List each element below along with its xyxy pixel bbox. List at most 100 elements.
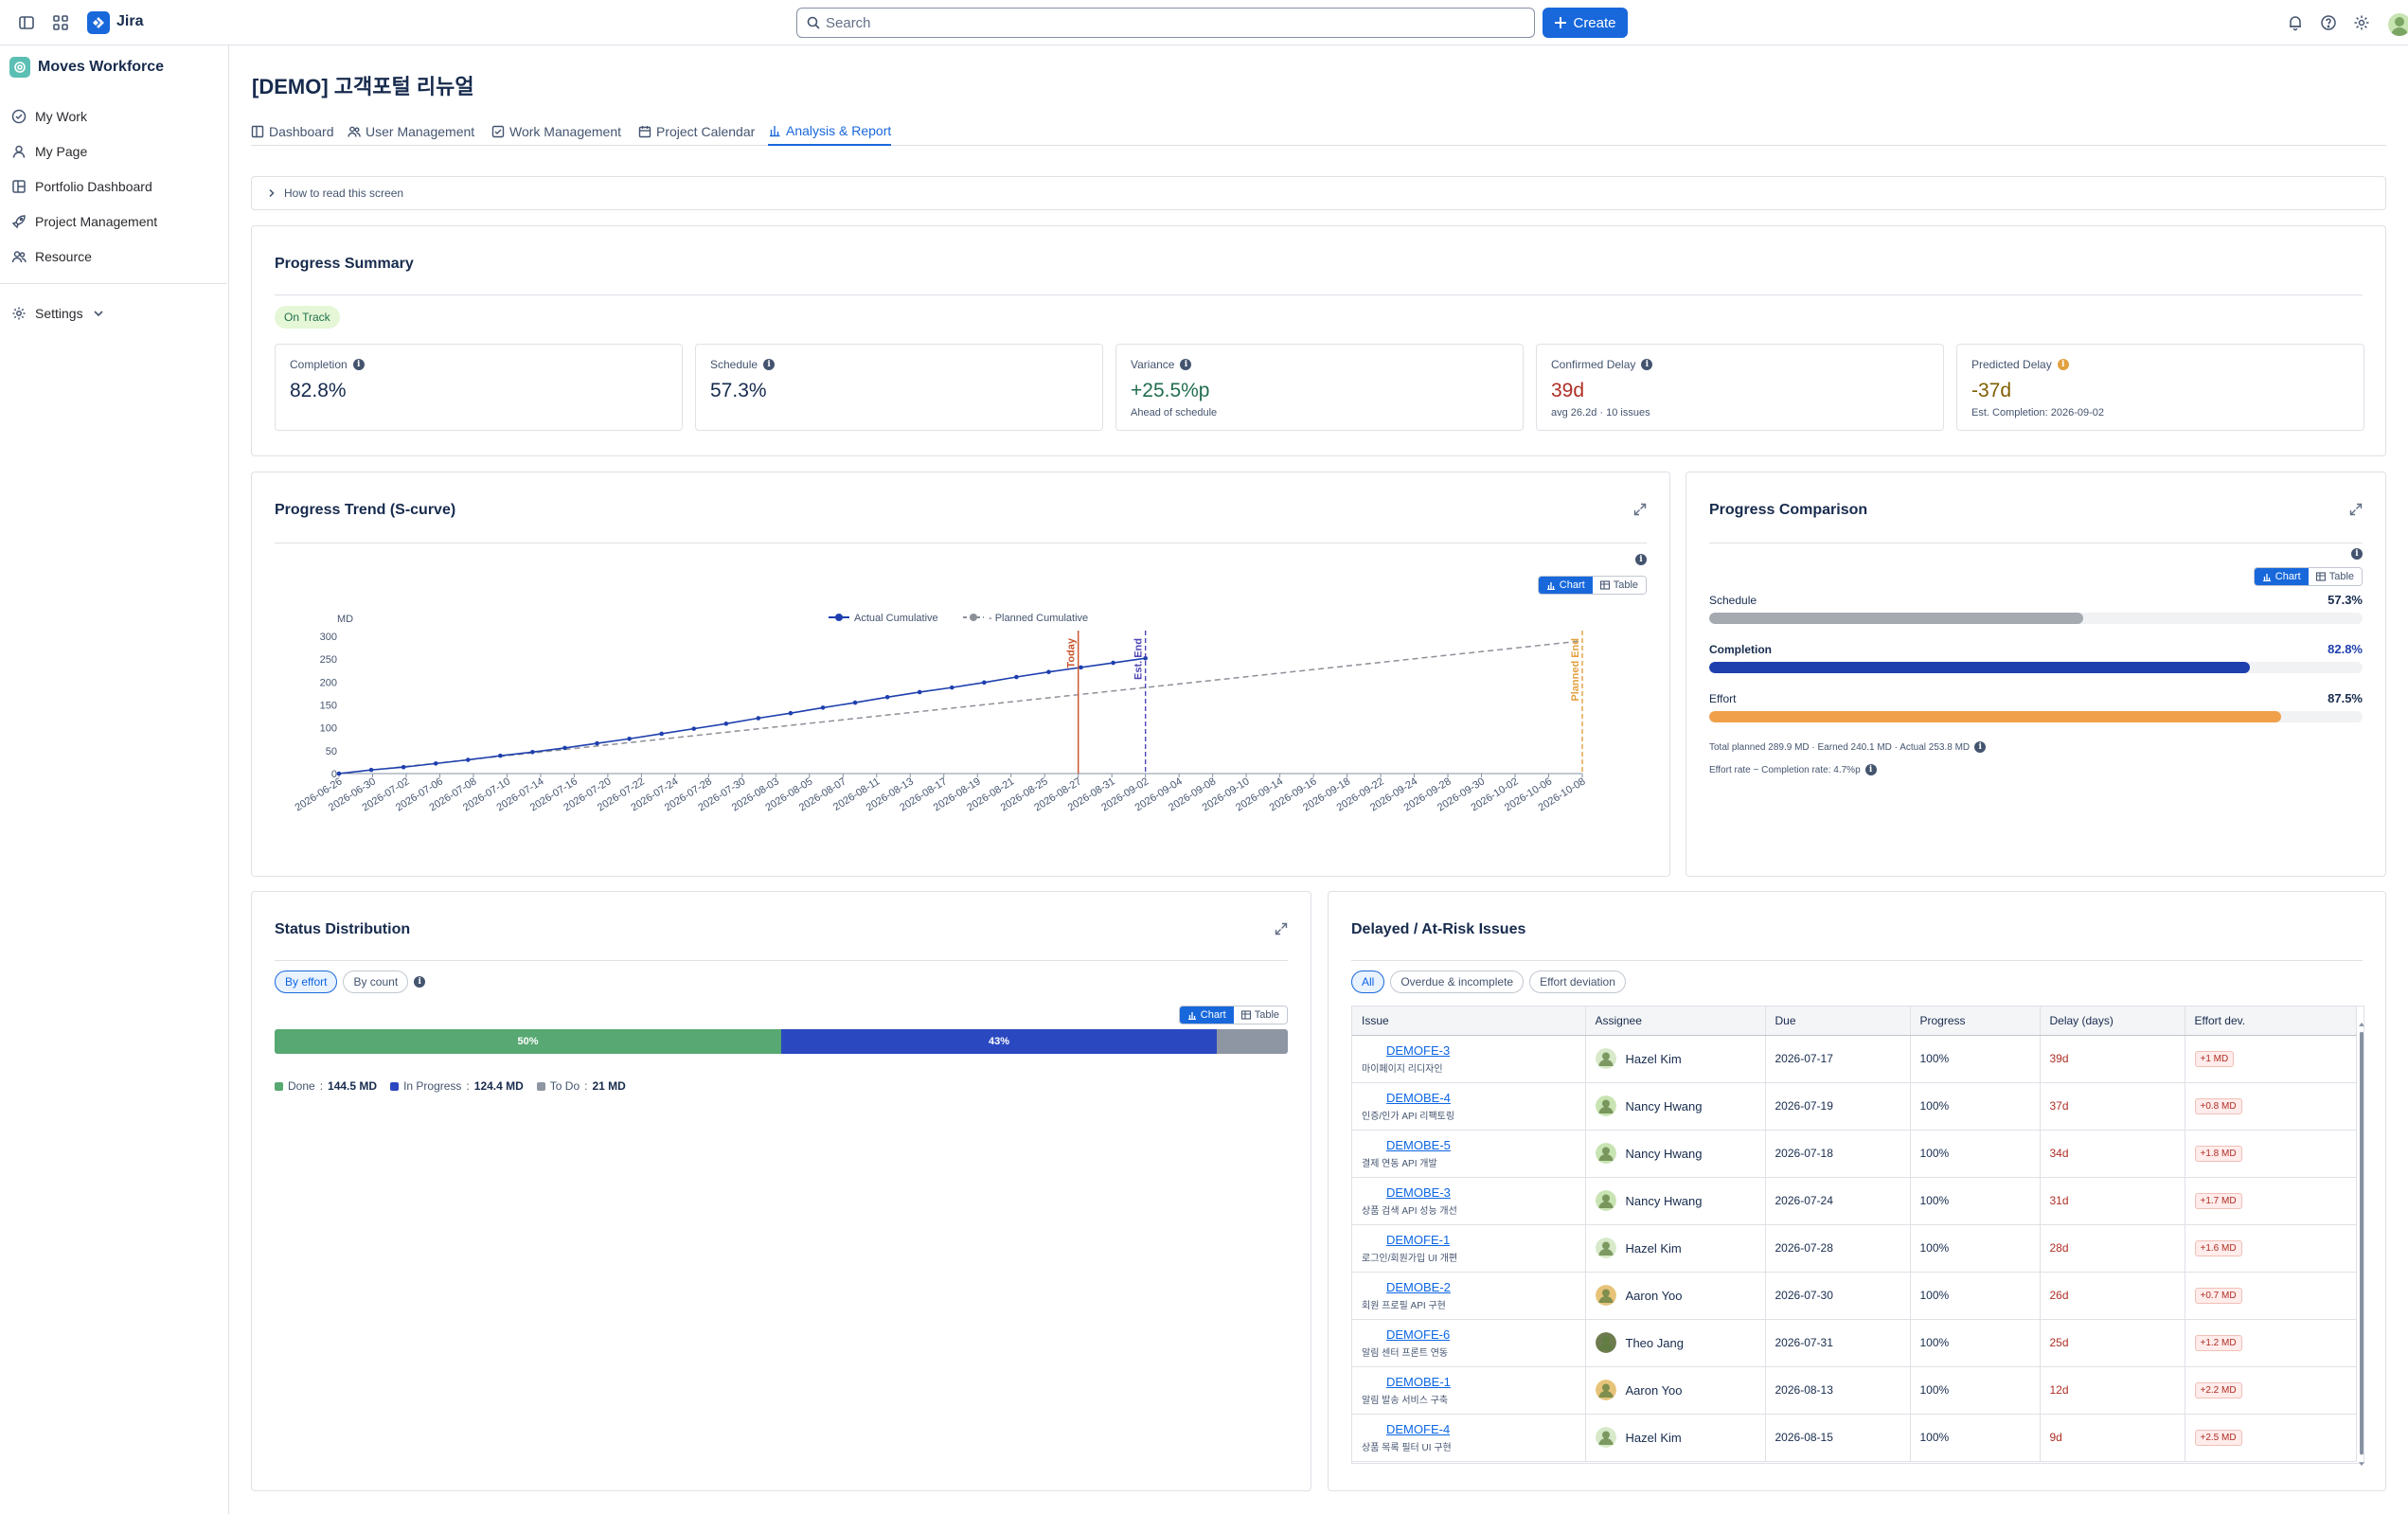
tab-user-management[interactable]: User Management bbox=[348, 117, 474, 146]
table-row[interactable]: DEMOBE-1 알림 발송 서비스 구축 Aaron Yoo 2026-08-13 1… bbox=[1352, 1366, 2357, 1415]
info-icon[interactable]: i bbox=[352, 359, 365, 370]
assignee-avatar-icon bbox=[1595, 1332, 1616, 1353]
chart-view-label: Chart bbox=[2274, 571, 2301, 582]
search-box[interactable] bbox=[796, 8, 1535, 38]
tab-analysis-report[interactable]: Analysis & Report bbox=[768, 117, 892, 146]
actual-data-point bbox=[982, 680, 987, 686]
sidebar-item-settings[interactable]: Settings bbox=[11, 302, 105, 325]
chart-table-toggle: Chart Table bbox=[1178, 1006, 1288, 1024]
jira-logo-icon[interactable] bbox=[87, 11, 110, 34]
column-header[interactable]: Delay (days) bbox=[2040, 1006, 2185, 1036]
assignee-name: Hazel Kim bbox=[1625, 1240, 1682, 1256]
tab-work-management[interactable]: Work Management bbox=[491, 117, 621, 146]
effort-dev-cell: +1.6 MD bbox=[2185, 1224, 2357, 1273]
issue-key-link[interactable]: DEMOFE-4 bbox=[1362, 1422, 1585, 1436]
tab-dashboard[interactable]: Dashboard bbox=[251, 117, 334, 146]
filter-effort-deviation[interactable]: Effort deviation bbox=[1529, 971, 1626, 993]
table-view-button[interactable]: Table bbox=[1233, 1006, 1287, 1024]
info-icon[interactable]: i bbox=[1864, 764, 1877, 775]
comparison-value-completion: 82.8% bbox=[2328, 642, 2363, 656]
table-row[interactable]: DEMOBE-4 인증/인가 API 리팩토링 Nancy Hwang 2026-07… bbox=[1352, 1082, 2357, 1131]
status-stacked-bar: 50% 43% bbox=[275, 1029, 1288, 1054]
table-scrollbar[interactable] bbox=[2358, 1021, 2365, 1469]
app-name[interactable]: Jira bbox=[116, 13, 143, 30]
filter-by-count[interactable]: By count bbox=[343, 971, 409, 993]
create-button[interactable]: Create bbox=[1543, 8, 1628, 38]
table-row[interactable]: DEMOBE-5 결제 연동 API 개발 Nancy Hwang 2026-07-1… bbox=[1352, 1130, 2357, 1178]
info-icon[interactable]: i bbox=[1641, 359, 1653, 370]
issue-key-link[interactable]: DEMOFE-6 bbox=[1362, 1327, 1585, 1342]
sidebar-item-my-work[interactable]: My Work bbox=[11, 105, 87, 128]
bar-fill bbox=[1709, 711, 2281, 722]
bar-fill bbox=[1709, 662, 2251, 673]
y-tick-label: 250 bbox=[320, 654, 337, 666]
column-header[interactable]: Due bbox=[1765, 1006, 1911, 1036]
info-icon[interactable]: i bbox=[1974, 741, 1987, 753]
planned-cumulative-line bbox=[338, 640, 1583, 775]
segment-to-do[interactable] bbox=[1217, 1029, 1288, 1054]
comparison-note-totals: Total planned 289.9 MD · Earned 240.1 MD… bbox=[1709, 741, 1987, 753]
sidebar-item-project-management[interactable]: Project Management bbox=[11, 210, 157, 233]
column-header[interactable]: Effort dev. bbox=[2185, 1006, 2357, 1036]
actual-data-point bbox=[852, 700, 858, 705]
user-avatar[interactable] bbox=[2388, 13, 2408, 36]
chart-view-button[interactable]: Chart bbox=[1179, 1006, 1234, 1024]
settings-gear-icon[interactable] bbox=[2350, 11, 2373, 34]
assignee-cell: Nancy Hwang bbox=[1585, 1130, 1766, 1178]
segment-in-progress[interactable]: 43% bbox=[781, 1029, 1218, 1054]
filter-by-effort[interactable]: By effort bbox=[275, 971, 338, 993]
expand-icon[interactable] bbox=[1275, 922, 1288, 938]
sidebar-toggle-icon[interactable] bbox=[15, 11, 38, 34]
column-header[interactable]: Issue bbox=[1352, 1006, 1586, 1036]
table-row[interactable]: DEMOFE-3 마이페이지 리디자인 Hazel Kim 2026-07-17 100… bbox=[1352, 1035, 2357, 1083]
how-to-read-expander[interactable]: How to read this screen bbox=[251, 176, 2386, 210]
column-header[interactable]: Assignee bbox=[1585, 1006, 1766, 1036]
info-icon[interactable]: i bbox=[2351, 548, 2363, 560]
sidebar-item-my-page[interactable]: My Page bbox=[11, 140, 87, 163]
issue-key-link[interactable]: DEMOBE-1 bbox=[1362, 1375, 1585, 1389]
info-icon[interactable]: i bbox=[414, 976, 426, 988]
search-input[interactable] bbox=[826, 12, 1489, 33]
actual-data-point bbox=[659, 731, 664, 737]
column-header[interactable]: Progress bbox=[1910, 1006, 2041, 1036]
expand-icon[interactable] bbox=[2349, 503, 2363, 519]
issue-key-link[interactable]: DEMOFE-3 bbox=[1362, 1043, 1585, 1058]
filter-all[interactable]: All bbox=[1351, 971, 1385, 993]
issue-key-link[interactable]: DEMOBE-2 bbox=[1362, 1280, 1585, 1294]
y-tick-label: 50 bbox=[326, 746, 337, 757]
note-text: Total planned 289.9 MD · Earned 240.1 MD… bbox=[1709, 741, 1971, 753]
chevron-down-icon bbox=[94, 311, 103, 317]
table-row[interactable]: DEMOFE-6 알림 센터 프론트 연동 Theo Jang 2026-07-31 1… bbox=[1352, 1319, 2357, 1367]
tab-project-calendar[interactable]: Project Calendar bbox=[638, 117, 755, 146]
filter-overdue-incomplete[interactable]: Overdue & incomplete bbox=[1390, 971, 1525, 993]
delay-cell: 12d bbox=[2040, 1366, 2185, 1415]
issue-key-link[interactable]: DEMOBE-4 bbox=[1362, 1091, 1585, 1105]
chart-view-button[interactable]: Chart bbox=[2254, 568, 2309, 585]
space-header[interactable]: Moves Workforce bbox=[9, 57, 164, 78]
issue-summary: 결제 연동 API 개발 bbox=[1362, 1158, 1437, 1169]
table-view-button[interactable]: Table bbox=[2308, 568, 2362, 585]
table-row[interactable]: DEMOFE-4 상품 목록 필터 UI 구현 Hazel Kim 2026-08-1… bbox=[1352, 1414, 2357, 1462]
segment-done[interactable]: 50% bbox=[275, 1029, 781, 1054]
app-switcher-icon[interactable] bbox=[49, 11, 72, 34]
info-icon[interactable]: i bbox=[763, 359, 776, 370]
issue-key-link[interactable]: DEMOBE-3 bbox=[1362, 1185, 1585, 1200]
metric-schedule: Schedule i 57.3% bbox=[695, 344, 1103, 431]
actual-data-point bbox=[949, 685, 954, 690]
table-row[interactable]: DEMOFE-1 로그인/회원가입 UI 개편 Hazel Kim 2026-07-2… bbox=[1352, 1224, 2357, 1273]
y-axis-unit-label: MD bbox=[337, 614, 353, 625]
actual-data-point bbox=[1046, 669, 1051, 674]
table-row[interactable]: DEMOBE-3 상품 검색 API 성능 개선 Nancy Hwang 2026-0… bbox=[1352, 1177, 2357, 1225]
notifications-bell-icon[interactable] bbox=[2284, 11, 2307, 34]
issue-key-link[interactable]: DEMOFE-1 bbox=[1362, 1233, 1585, 1247]
legend-in-progress: In Progress:124.4 MD bbox=[390, 1079, 524, 1093]
sidebar-item-portfolio-dashboard[interactable]: Portfolio Dashboard bbox=[11, 175, 152, 198]
info-icon[interactable]: i bbox=[1180, 359, 1192, 370]
top-navigation-bar: Jira Create bbox=[0, 0, 2408, 45]
sidebar-item-resource[interactable]: Resource bbox=[11, 245, 92, 268]
table-row[interactable]: DEMOBE-2 회원 프로필 API 구현 Aaron Yoo 2026-07-30… bbox=[1352, 1272, 2357, 1320]
warning-info-icon[interactable]: i bbox=[2057, 359, 2069, 370]
help-icon[interactable] bbox=[2317, 11, 2340, 34]
comparison-bar-completion bbox=[1709, 662, 2363, 673]
issue-key-link[interactable]: DEMOBE-5 bbox=[1362, 1138, 1585, 1152]
